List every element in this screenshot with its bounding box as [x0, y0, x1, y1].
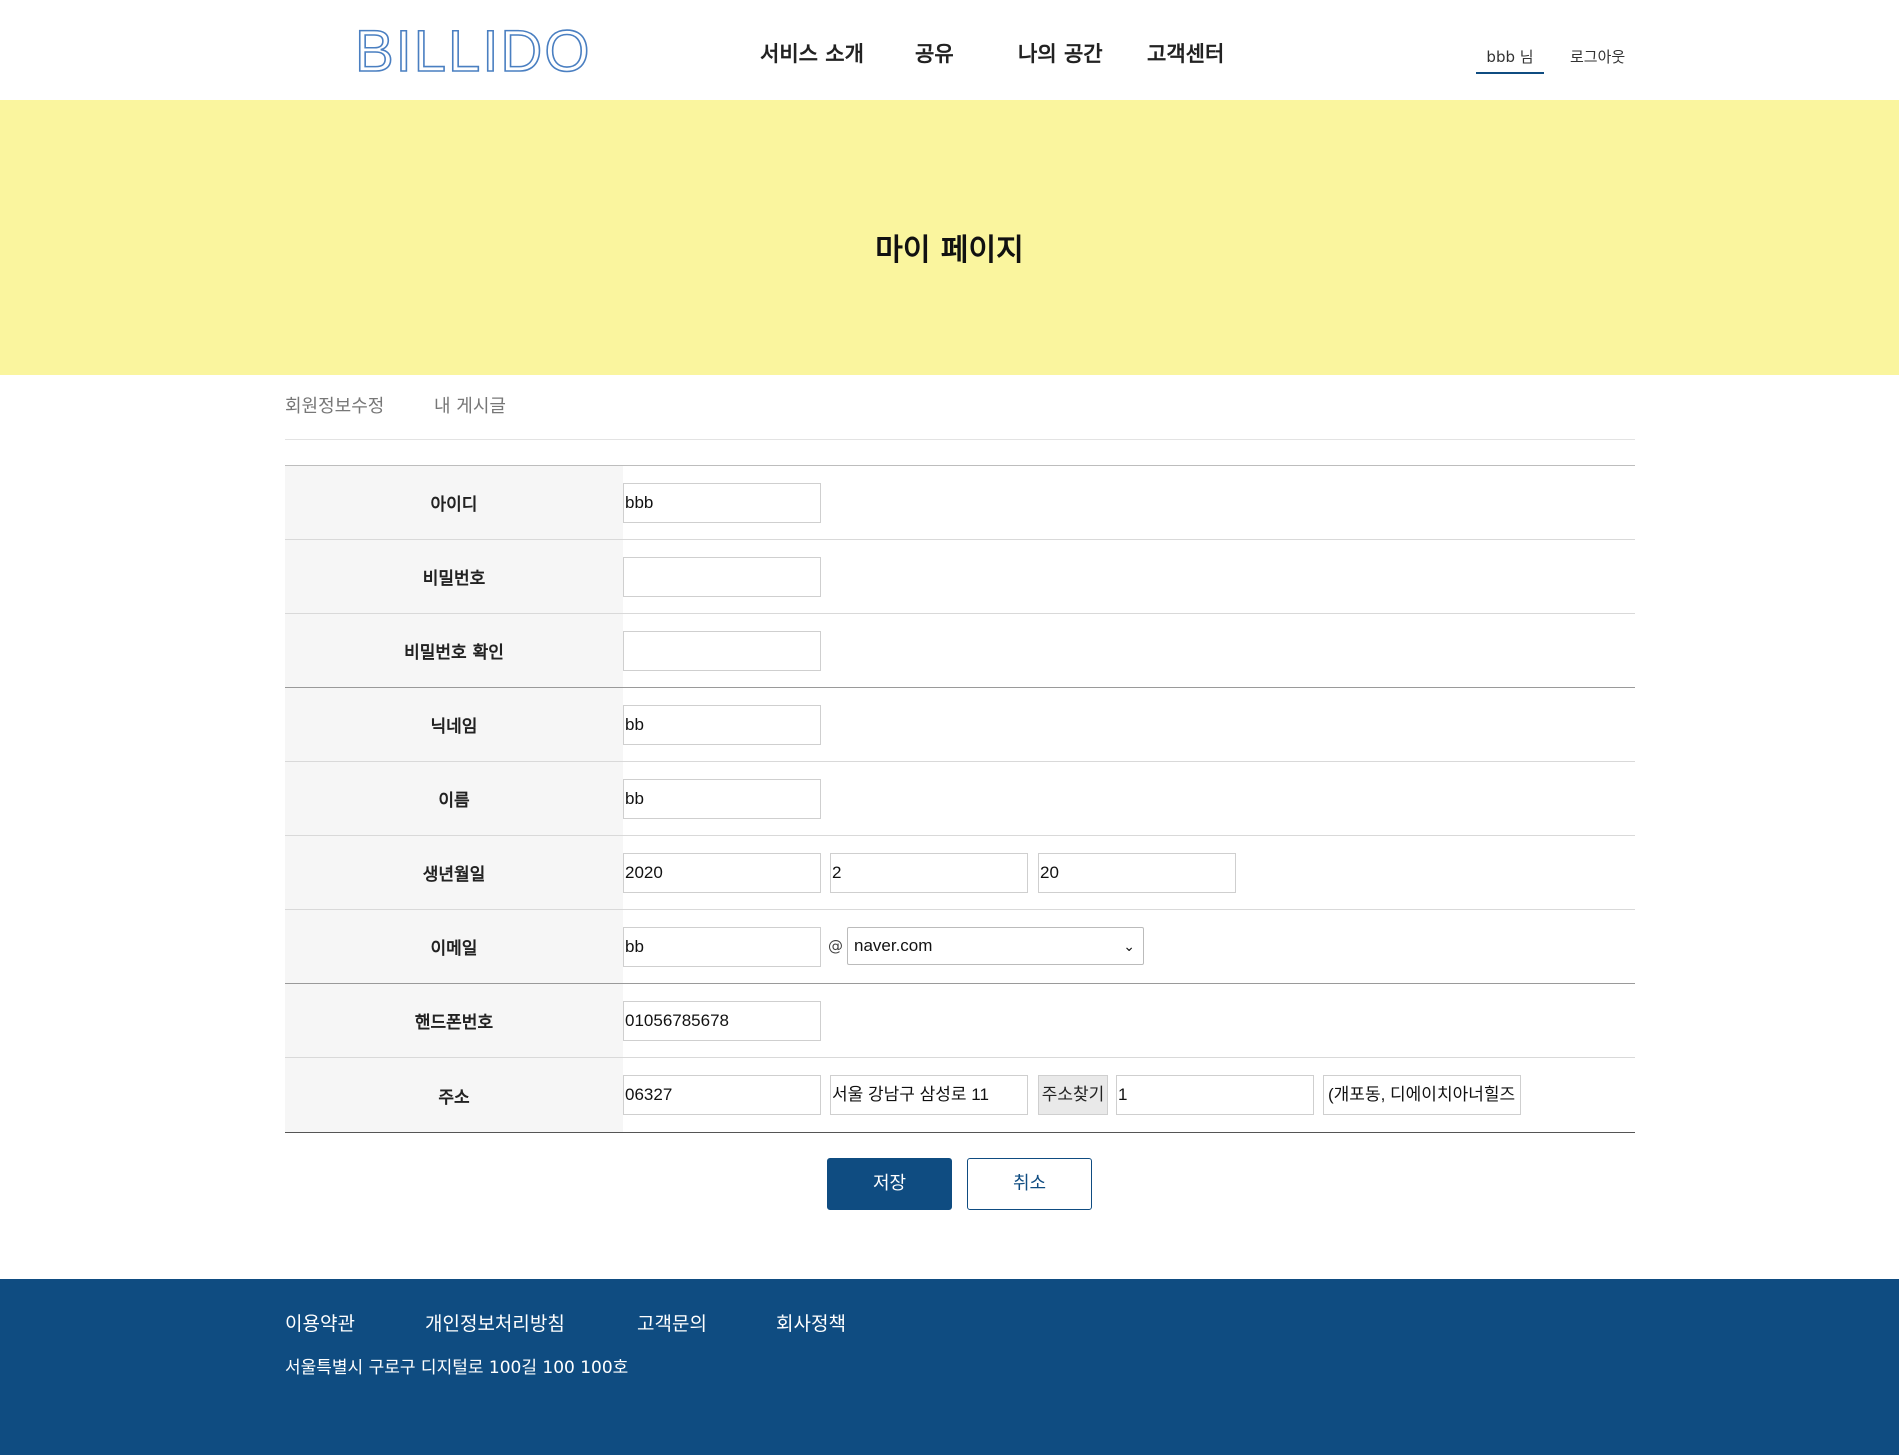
nickname-input[interactable]: bb [623, 705, 821, 745]
form-row-phone: 핸드폰번호 01056785678 [285, 984, 1635, 1058]
birth-month-input[interactable]: 2 [830, 853, 1028, 893]
footer-link-policy[interactable]: 회사정책 [776, 1309, 846, 1336]
nav-item-customer-center[interactable]: 고객센터 [1147, 38, 1224, 68]
form-row-email: 이메일 bb @ naver.com ⌄ [285, 910, 1635, 984]
tab-edit-profile[interactable]: 회원정보수정 [285, 392, 384, 418]
nav-item-my-space[interactable]: 나의 공간 [1018, 38, 1103, 68]
birth-label: 생년월일 [285, 836, 623, 909]
nav-item-service-intro[interactable]: 서비스 소개 [760, 38, 864, 68]
phone-label: 핸드폰번호 [285, 984, 623, 1057]
footer-link-privacy[interactable]: 개인정보처리방침 [425, 1309, 565, 1336]
page-banner: 마이 페이지 [0, 100, 1899, 375]
password-input[interactable] [623, 557, 821, 597]
cancel-button[interactable]: 취소 [967, 1158, 1092, 1210]
password-confirm-label: 비밀번호 확인 [285, 614, 623, 687]
form-row-address: 주소 06327 서울 강남구 삼성로 11 주소찾기 1 (개포동, 디에이치… [285, 1058, 1635, 1132]
mypage-tabs: 회원정보수정 내 게시글 [285, 392, 1635, 440]
footer-address: 서울특별시 구로구 디지털로 100길 100 100호 [285, 1358, 629, 1378]
birth-year-input[interactable]: 2020 [623, 853, 821, 893]
road-address-input[interactable]: 서울 강남구 삼성로 11 [830, 1075, 1028, 1115]
user-name[interactable]: bbb 님 [1476, 44, 1544, 74]
tab-my-posts[interactable]: 내 게시글 [434, 392, 506, 418]
site-header: BILLIDO 서비스 소개 공유 나의 공간 고객센터 bbb 님 로그아웃 [0, 0, 1899, 100]
zipcode-input[interactable]: 06327 [623, 1075, 821, 1115]
email-domain-value: naver.com [854, 936, 933, 955]
email-local-input[interactable]: bb [623, 927, 821, 967]
email-at-sign: @ [828, 937, 843, 955]
address-label: 주소 [285, 1058, 623, 1132]
site-logo[interactable]: BILLIDO [354, 21, 591, 83]
birth-day-input[interactable]: 20 [1038, 853, 1236, 893]
id-input[interactable]: bbb [623, 483, 821, 523]
address-search-button[interactable]: 주소찾기 [1038, 1075, 1108, 1115]
password-confirm-input[interactable] [623, 631, 821, 671]
form-row-name: 이름 bb [285, 762, 1635, 836]
name-label: 이름 [285, 762, 623, 835]
nav-item-share[interactable]: 공유 [915, 38, 954, 68]
footer-link-inquiry[interactable]: 고객문의 [637, 1309, 707, 1336]
chevron-down-icon: ⌄ [1123, 938, 1135, 954]
form-row-id: 아이디 bbb [285, 466, 1635, 540]
id-label: 아이디 [285, 466, 623, 539]
form-row-birth: 생년월일 2020 2 20 [285, 836, 1635, 910]
nickname-label: 닉네임 [285, 688, 623, 761]
page-title: 마이 페이지 [875, 233, 1024, 268]
phone-input[interactable]: 01056785678 [623, 1001, 821, 1041]
email-domain-select[interactable]: naver.com ⌄ [847, 927, 1144, 965]
address-detail-input[interactable]: 1 [1116, 1075, 1314, 1115]
profile-form: 아이디 bbb 비밀번호 비밀번호 확인 닉네임 bb 이름 bb 생년월일 2… [285, 465, 1635, 1133]
save-button[interactable]: 저장 [827, 1158, 952, 1210]
email-label: 이메일 [285, 910, 623, 983]
form-row-password-confirm: 비밀번호 확인 [285, 614, 1635, 688]
form-row-nickname: 닉네임 bb [285, 688, 1635, 762]
address-extra-input[interactable]: (개포동, 디에이치아너힐즈 [1323, 1075, 1521, 1115]
form-row-password: 비밀번호 [285, 540, 1635, 614]
logout-link[interactable]: 로그아웃 [1570, 46, 1625, 67]
site-footer: 이용약관 개인정보처리방침 고객문의 회사정책 서울특별시 구로구 디지털로 1… [0, 1279, 1899, 1455]
footer-link-terms[interactable]: 이용약관 [285, 1309, 355, 1336]
name-input[interactable]: bb [623, 779, 821, 819]
password-label: 비밀번호 [285, 540, 623, 613]
